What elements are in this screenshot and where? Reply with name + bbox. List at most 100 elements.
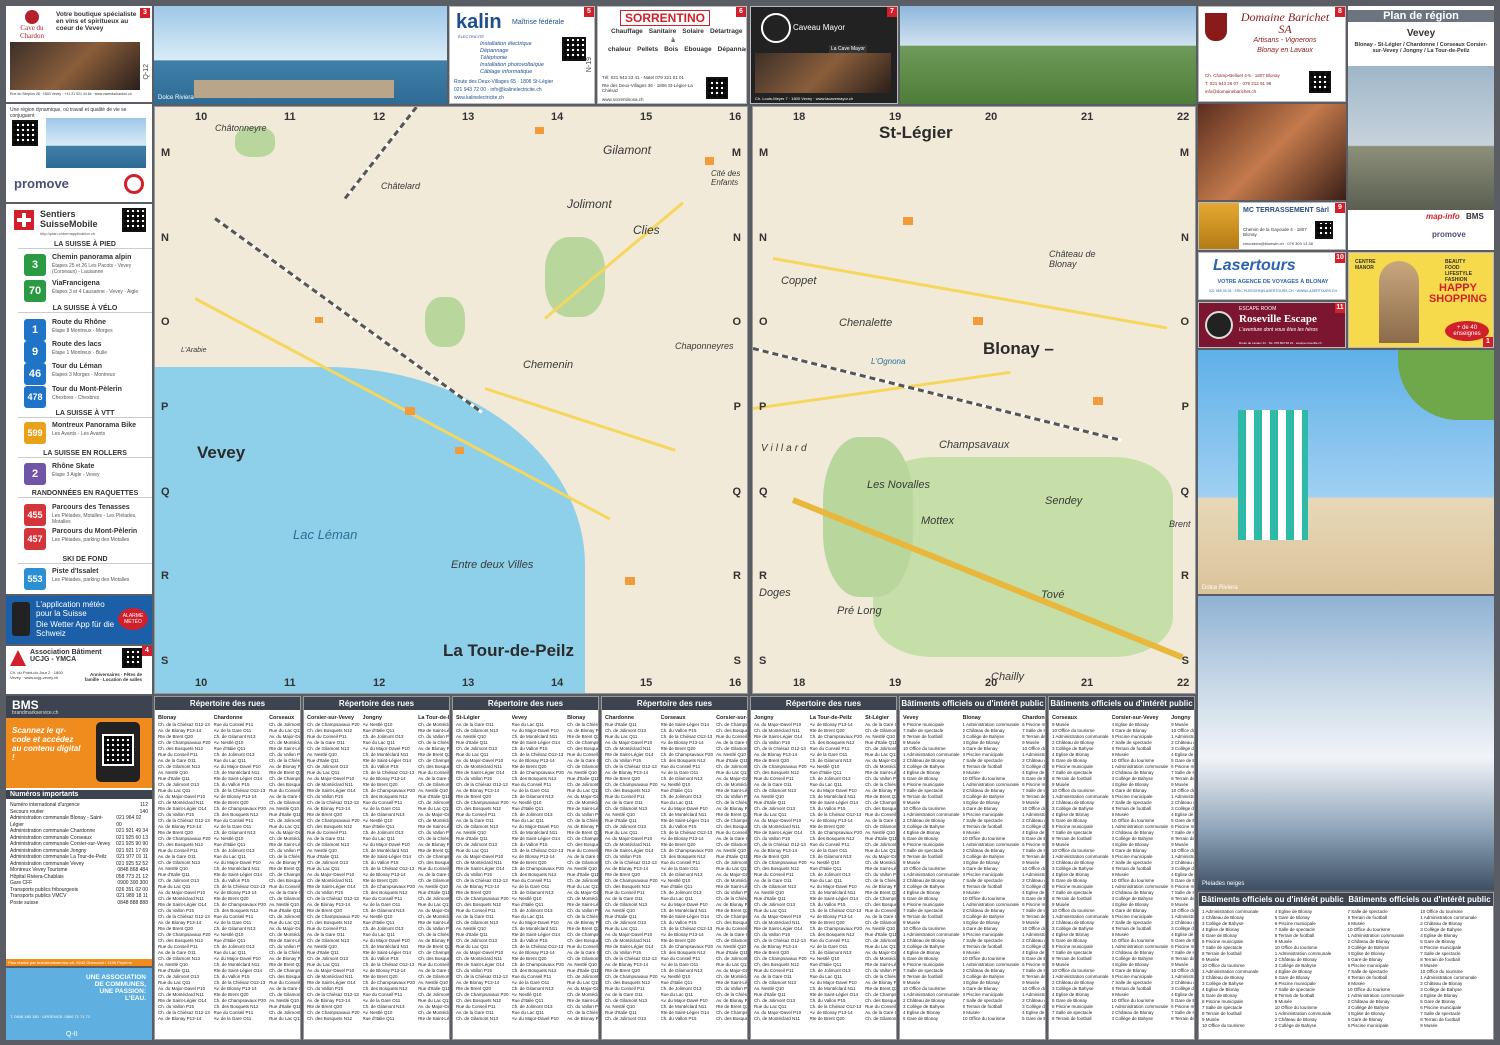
place-les-novalles: Les Novalles <box>867 479 930 491</box>
terrassement-qr-icon[interactable] <box>1315 221 1333 239</box>
ad-promove[interactable]: Une région dynamique, où travail et qual… <box>6 104 152 202</box>
grid-row-label: S <box>1181 655 1189 667</box>
plan-title: Plan de région <box>1348 10 1494 22</box>
grid-code: Q-12 <box>143 64 150 80</box>
grid-row-label: S <box>733 655 741 667</box>
lasertours-name: Lasertours <box>1213 257 1296 274</box>
ad-badge: 11 <box>1335 303 1345 313</box>
ad-cave-du-chardon[interactable]: Cave du Chardon Votre boutique spécialis… <box>6 6 152 102</box>
ad-kalin[interactable]: kalin Maîtrise fédérale ÉLECTRICITÉ Inst… <box>449 6 595 104</box>
street-entry: Rte de Saint-Légier O14 <box>418 1016 450 1021</box>
ad-lasertours[interactable]: Lasertours VOTRE AGENCE DE VOYAGES À BLO… <box>1198 252 1346 300</box>
kalin-services: Installation électrique Dépannage Téléphon… <box>480 41 544 76</box>
cave-chardon-photo <box>10 42 140 90</box>
number-label: Poste suisse <box>10 899 39 906</box>
suissemobile-url[interactable]: http://plan.chbemapplication.ch <box>40 231 95 236</box>
lasertours-tag: VOTRE AGENCE DE VOYAGES À BLONAY <box>1217 279 1329 285</box>
ad-domaine-barichet[interactable]: Domaine Barichet SA Artisans - Vignerons… <box>1198 6 1346 102</box>
service-item: Bois <box>664 46 679 53</box>
suissemobile-title: Sentiers SuisseMobile <box>40 209 98 229</box>
barichet-sub2: Blonay en Lavaux <box>1257 47 1313 54</box>
route-row[interactable]: 2 Rhône Skate Étape 3 Aigle - Vevey <box>24 461 152 489</box>
directory-panel: Répertoire des rues Blonay Ch. de la Chiés… <box>154 696 301 1040</box>
bms-promo: Scannez le qr-code et accédez au contenu… <box>6 718 152 788</box>
place-champsavaux: Champsavaux <box>939 439 1010 451</box>
directory-column: St-LégierAv. de la Gare O11Ch. de Gilamo… <box>456 713 509 1022</box>
meteo-title: L'application météo pour la Suisse <box>36 600 105 618</box>
directory-section: St-Légier <box>456 715 480 721</box>
place-brent: Brent <box>1169 519 1191 529</box>
barichet-crest-icon <box>1205 13 1227 41</box>
kalin-qr-icon[interactable] <box>562 37 586 61</box>
directory-column: Vevey Rue du Lac Q11 Av. du Major-Davel P1… <box>512 713 565 1022</box>
place-chateau-de-blonay: Château de Blonay <box>1049 249 1096 269</box>
plan-promove: promove <box>1432 230 1466 239</box>
directory-section: Corsier-sur-Vevey <box>307 715 355 721</box>
route-row[interactable]: 553 Piste d'Issalet Les Pléiades, parking … <box>24 566 152 594</box>
directory-column: Corsier-sur-VeveyCh. de Champsavaux P20C… <box>307 713 360 1022</box>
directory-panel: Répertoire des rues St-Légier Av. de la Ga… <box>452 696 599 1040</box>
batiments-title: Bâtiments officiels ou d'intérêt public <box>1346 893 1493 906</box>
directory-section: Corseaux <box>1052 715 1078 721</box>
grid-column-label: 21 <box>1081 111 1094 123</box>
place-lac-leman: Lac Léman <box>293 527 358 542</box>
directory-column: Jongny9 Musée10 Office du tourisme1 Admi… <box>1171 713 1194 1022</box>
sorrentino-qr-icon[interactable] <box>706 77 728 99</box>
route-title: Parcours des Tenasses <box>52 504 130 511</box>
route-title: Tour du Mont-Pèlerin <box>52 386 122 393</box>
grid-row-label: O <box>732 316 741 329</box>
ad-sorrentino[interactable]: SORRENTINO Chauffage Sanitaire Solaire Déta… <box>597 6 747 104</box>
route-row[interactable]: 478 Tour du Mont-Pèlerin Chexbres - Chexbr… <box>24 384 152 412</box>
happy-lines: BEAUTY FOOD LIFESTYLE FASHION <box>1445 259 1472 283</box>
grid-column-label: 19 <box>889 111 902 123</box>
ad-water-association[interactable]: UNE ASSOCIATION DE COMMUNES, UNE PASSION… <box>6 968 152 1040</box>
meteo-alarm-badge: ALARME MÉTÉO <box>118 608 148 630</box>
grid-column-label: 12 <box>373 677 386 689</box>
directory-title: Répertoire des rues <box>304 697 449 710</box>
phone-qr-icon[interactable] <box>96 722 140 782</box>
place-mottex: Mottex <box>921 515 955 527</box>
ad-mc-terrassement[interactable]: MC TERRASSEMENT Sàrl Chemin de la Gayoud… <box>1198 202 1346 250</box>
directory-title: Bâtiments officiels ou d'intérêt public <box>1049 697 1194 710</box>
directory-section: Blonay <box>158 715 177 721</box>
place-clies: Clies <box>633 223 660 237</box>
sorrentino-web: www.sorrentinosa.ch <box>602 97 644 102</box>
ad-ucjg[interactable]: Association Bâtiment UCJG - YMCA Ch. du … <box>6 646 152 694</box>
directory-section: Corsier-sur-Vevey <box>1111 715 1159 721</box>
plan-de-region-cover: Plan de région Vevey Blonay - St-Légier … <box>1348 6 1494 250</box>
route-sub: Les Pléiades, parking des Motalles <box>52 537 130 543</box>
directory-column: Chardonne Rue d'Italie Q11 Ch. de Jolimont… <box>605 713 658 1022</box>
route-sub: Étape 3 Aigle - Vevey <box>52 472 100 478</box>
ad-meteo-app[interactable]: L'application météo pour la Suisse Die W… <box>6 596 152 644</box>
street-entry: 8 Terrain de football <box>1052 1016 1092 1021</box>
place-l-arabie: L'Arabie <box>181 347 207 354</box>
route-row[interactable]: 457 Parcours du Mont-Pèlerin Les Pléiades,… <box>24 526 152 554</box>
grid-row-label: N <box>733 231 741 244</box>
directory-section: Jongny <box>362 715 383 721</box>
ad-roseville-escape[interactable]: ESCAPE ROOM Roseville Escape L'aventure … <box>1198 302 1346 348</box>
route-row[interactable]: 70 ViaFrancigena Étapes 3 et 4 Lausanne - … <box>24 278 152 306</box>
photo-caption: Dolce Riviera <box>158 95 194 101</box>
map-east-blonay[interactable]: St-Légier Blonay – Coppet Chenalette Châ… <box>752 106 1196 694</box>
service-item: Câblage informatique <box>480 69 533 75</box>
barichet-qr-icon[interactable] <box>1309 71 1331 93</box>
directory-title: Répertoire des rues <box>602 697 747 710</box>
route-number: 1 <box>24 319 46 341</box>
service-item: Dépannage <box>480 48 509 54</box>
ucjg-qr-icon[interactable] <box>122 648 142 668</box>
route-row[interactable]: 599 Montreux Panorama Bike Les Avants - Le… <box>24 420 152 448</box>
grid-column-label: 13 <box>462 111 475 123</box>
ad-caveau-mayor[interactable]: Caveau Mayor La Cave Mayor Ch. Louis-Mey… <box>750 6 898 104</box>
grid-code: N-19 <box>586 57 593 73</box>
route-number: 3 <box>24 254 46 276</box>
map-west-vevey[interactable]: Vevey La Tour-de-Peilz Lac Léman Entre d… <box>154 106 748 694</box>
category-pied: LA SUISSE À PIED <box>18 241 152 249</box>
suissemobile-qr-icon[interactable] <box>122 208 146 232</box>
route-row[interactable]: 3 Chemin panorama alpin Étapes 25 et 26 Le… <box>24 252 152 280</box>
ad-happy-shopping[interactable]: CENTRE MANOR BEAUTY FOOD LIFESTYLE FASHION … <box>1348 252 1494 348</box>
directory-column: Corseaux 9 Musée 10 Office du tourisme 1 Ad… <box>1052 713 1109 1022</box>
route-sub: Étapes 25 et 26 Les Pacots - Vevey (Cors… <box>52 263 132 275</box>
street-entry: Av. de Blonay P13-14 <box>567 1016 599 1021</box>
directory-title: Répertoire des rues <box>155 697 300 710</box>
directory-column: CorseauxCh. de Jolimont O13Rue du Lac Q1… <box>269 713 300 1022</box>
